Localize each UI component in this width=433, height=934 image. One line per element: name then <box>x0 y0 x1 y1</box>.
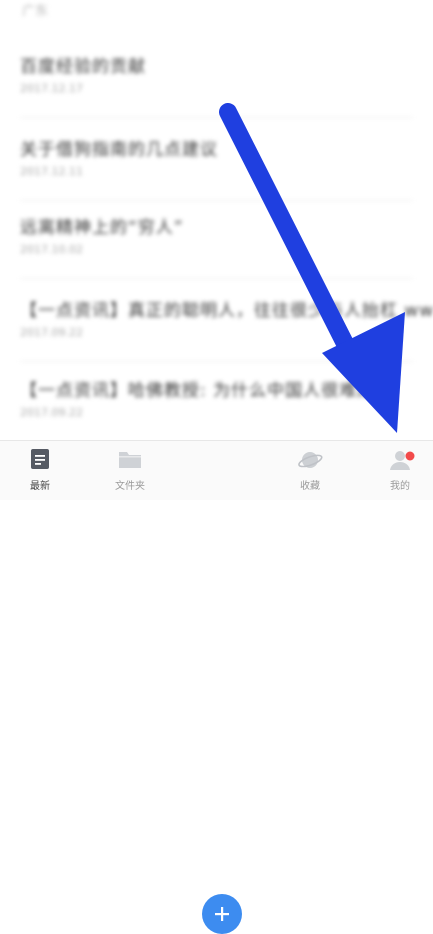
bottom-tab-bar: 最新 文件夹 收藏 我的 <box>0 440 433 934</box>
divider <box>20 361 413 362</box>
note-date: 2017.10.02 <box>20 243 83 256</box>
tab-latest[interactable]: 最新 <box>10 441 70 500</box>
list-item[interactable]: 远离精神上的“穷人” 2017.10.02 <box>0 213 433 295</box>
note-icon <box>31 449 49 469</box>
note-list: 广东 百度经验的贡献 2017.12.17 关于借狗指南的几点建议 2017.1… <box>0 0 433 440</box>
tab-favorites[interactable]: 收藏 <box>280 441 340 500</box>
tab-favorites-label: 收藏 <box>300 481 320 492</box>
tab-mine[interactable]: 我的 <box>370 441 430 500</box>
divider <box>20 278 413 279</box>
divider <box>20 117 413 118</box>
notification-badge <box>405 451 415 461</box>
note-date: 2017.09.22 <box>20 326 83 339</box>
list-item[interactable]: 百度经验的贡献 2017.12.17 <box>0 52 433 134</box>
tab-folder[interactable]: 文件夹 <box>100 441 160 500</box>
add-note-button[interactable] <box>202 894 242 934</box>
note-title: 关于借狗指南的几点建议 <box>20 140 218 160</box>
plus-icon <box>215 907 229 921</box>
tab-mine-label: 我的 <box>390 481 410 492</box>
tab-latest-label: 最新 <box>30 481 50 492</box>
note-date: 2017.12.17 <box>20 82 83 95</box>
planet-icon <box>298 452 323 468</box>
list-item[interactable]: 【一点资讯】哈佛教授: 为什么中国人很难成... 2017.09.22 <box>0 376 433 440</box>
list-item[interactable]: 关于借狗指南的几点建议 2017.12.11 <box>0 135 433 217</box>
folder-icon <box>119 452 141 468</box>
tab-folder-label: 文件夹 <box>115 481 145 492</box>
note-title: 【一点资讯】哈佛教授: 为什么中国人很难成... <box>20 381 395 401</box>
list-item[interactable]: 【一点资讯】真正的聪明人，往往很少与人抬杠 ww... 2017.09.22 <box>0 296 433 378</box>
note-date: 2017.09.22 <box>20 406 83 419</box>
divider <box>20 200 413 201</box>
note-title: 【一点资讯】真正的聪明人，往往很少与人抬杠 ww... <box>20 301 433 321</box>
note-title: 百度经验的贡献 <box>20 57 146 77</box>
list-top-fragment: 广东 <box>22 4 49 19</box>
note-title: 远离精神上的“穷人” <box>20 218 184 238</box>
note-date: 2017.12.11 <box>20 165 83 178</box>
